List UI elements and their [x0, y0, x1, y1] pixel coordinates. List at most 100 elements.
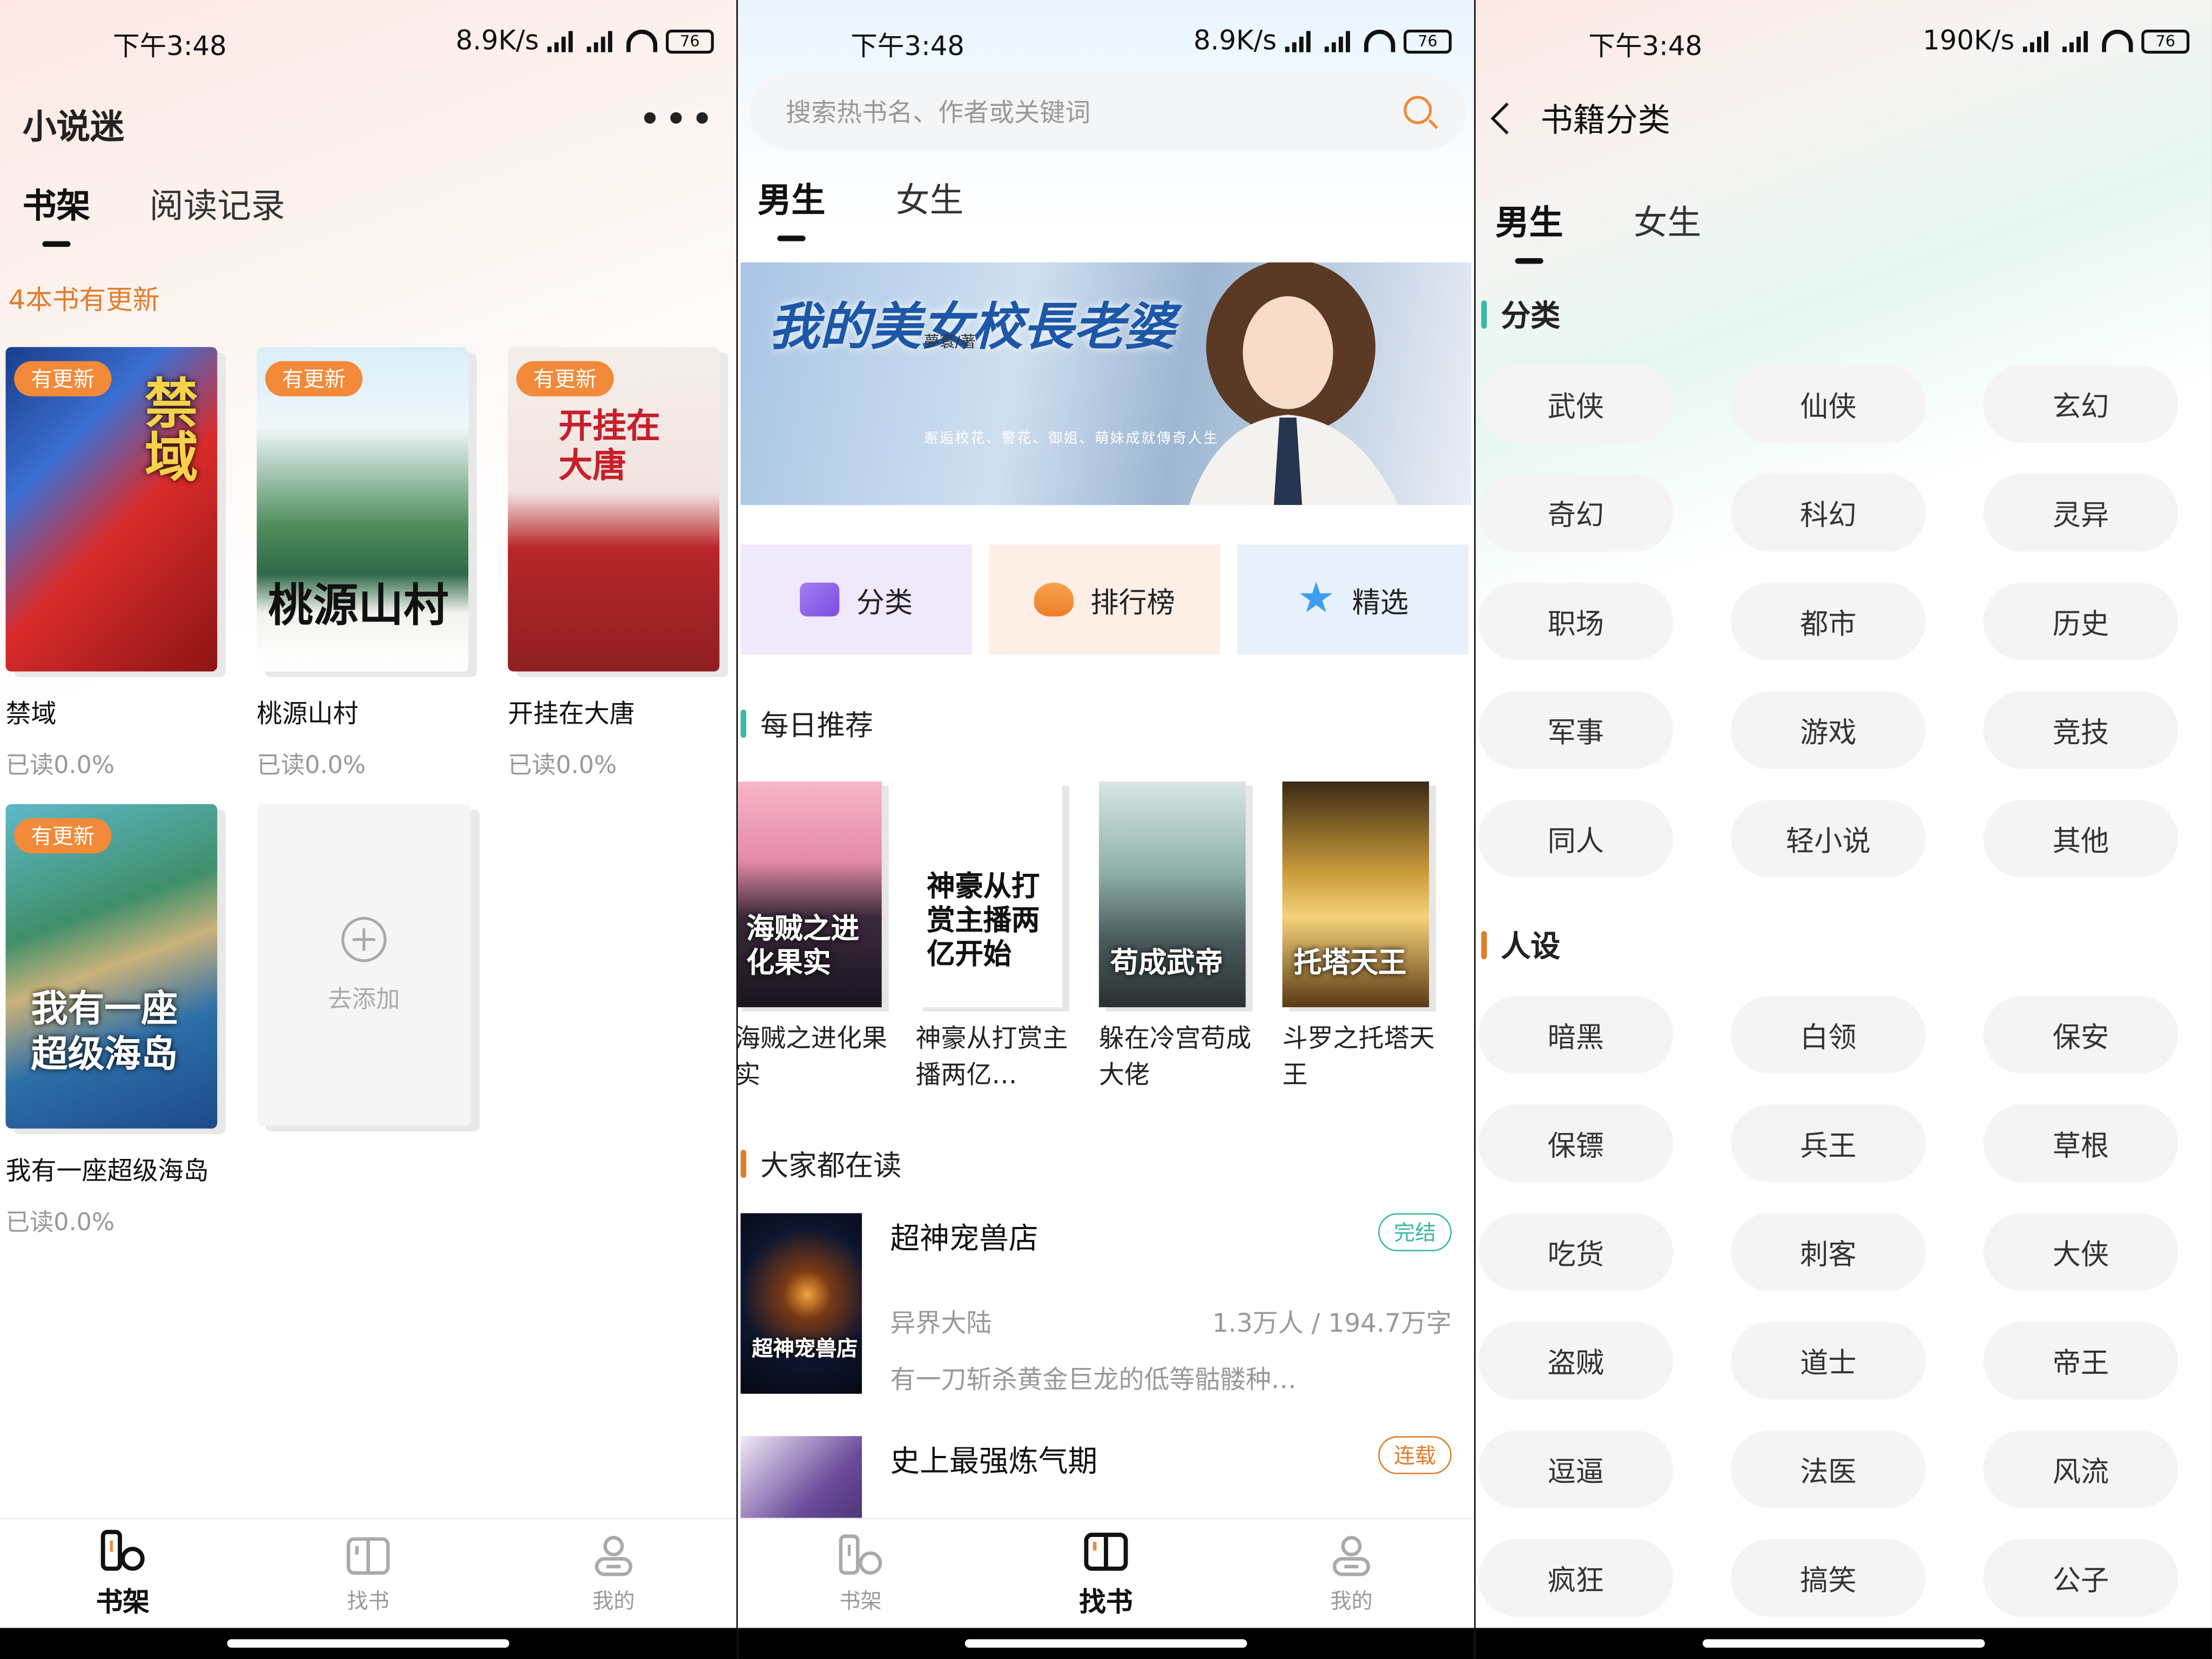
- home-indicator: [0, 1628, 737, 1659]
- category-button[interactable]: 分类: [740, 544, 972, 655]
- update-badge: 有更新: [265, 361, 363, 397]
- genre-chip[interactable]: 游戏: [1731, 691, 1926, 769]
- status-time: 下午3:48: [112, 31, 227, 62]
- book-cover: 神豪从打赏主播两亿开始: [915, 781, 1062, 1008]
- back-icon[interactable]: [1491, 102, 1523, 134]
- add-icon: [341, 916, 387, 962]
- tab-reading-history[interactable]: 阅读记录: [150, 178, 285, 227]
- bookshelf-icon: [837, 1532, 885, 1580]
- tab-find[interactable]: 找书: [246, 1519, 491, 1628]
- book-stats: 1.3万人 / 194.7万字: [1212, 1309, 1452, 1339]
- genre-chip[interactable]: 职场: [1478, 582, 1674, 660]
- tab-mine[interactable]: 我的: [491, 1519, 737, 1628]
- persona-chip[interactable]: 公子: [1983, 1539, 2179, 1617]
- status-badge: 连载: [1378, 1436, 1452, 1474]
- search-icon[interactable]: [1404, 96, 1432, 124]
- persona-chip[interactable]: 大侠: [1983, 1213, 2179, 1291]
- genre-chip[interactable]: 都市: [1731, 582, 1926, 660]
- cover-title: 我有一座超级海岛: [31, 989, 178, 1077]
- search-input[interactable]: 搜索热书名、作者或关键词: [749, 73, 1466, 150]
- book-cover[interactable]: 我有一座超级海岛 有更新: [5, 804, 218, 1129]
- status-time: 下午3:48: [1588, 31, 1703, 62]
- persona-chip[interactable]: 逗逼: [1478, 1430, 1674, 1508]
- genre-chip[interactable]: 灵异: [1983, 474, 2179, 552]
- tab-shelf[interactable]: 书架: [738, 1519, 983, 1628]
- shelf-book[interactable]: 桃源山村 有更新 桃源山村 已读0.0%: [257, 347, 471, 780]
- book-genre: 异界大陆: [890, 1309, 992, 1339]
- persona-chip[interactable]: 搞笑: [1731, 1539, 1926, 1617]
- recommended-book[interactable]: 神豪从打赏主播两亿开始 神豪从打赏主播两亿…: [915, 781, 1068, 1095]
- genre-chip[interactable]: 武侠: [1478, 365, 1674, 443]
- ranking-button[interactable]: 排行榜: [989, 544, 1220, 655]
- tab-male[interactable]: 男生: [758, 172, 825, 241]
- book-cover[interactable]: 开挂在大唐 有更新: [508, 347, 720, 672]
- cover-title: 苟成武帝: [1110, 945, 1223, 979]
- tab-female[interactable]: 女生: [896, 172, 963, 221]
- cover-title: 神豪从打赏主播两亿开始: [927, 869, 1040, 971]
- persona-chip[interactable]: 法医: [1731, 1430, 1926, 1508]
- persona-chip[interactable]: 风流: [1983, 1430, 2179, 1508]
- tab-shelf[interactable]: 书架: [0, 1519, 246, 1628]
- persona-chip[interactable]: 疯狂: [1478, 1539, 1674, 1617]
- tab-male[interactable]: 男生: [1495, 194, 1563, 264]
- recommended-book[interactable]: 海贼之进化果实 海贼之进化果实: [738, 781, 887, 1095]
- shelf-book[interactable]: 开挂在大唐 有更新 开挂在大唐 已读0.0%: [508, 347, 722, 780]
- genre-chip-grid: 武侠 仙侠 玄幻 奇幻 科幻 灵异 职场 都市 历史 军事 游戏 竞技 同人 轻…: [1478, 365, 2179, 878]
- persona-chip[interactable]: 兵王: [1731, 1104, 1926, 1183]
- status-bar: 下午3:48 8.9K/s 76: [738, 0, 1474, 85]
- popular-book[interactable]: 超神宠兽店 超神宠兽店 完结 异界大陆 1.3万人 / 194.7万字 有一刀斩…: [740, 1213, 1457, 1397]
- featured-button[interactable]: ★ 精选: [1237, 544, 1469, 655]
- genre-chip[interactable]: 奇幻: [1478, 474, 1674, 552]
- persona-chip[interactable]: 吃货: [1478, 1213, 1674, 1291]
- promo-banner[interactable]: 我的美女校長老婆 夢寰/著 邂逅校花、警花、御姐、萌妹成就傳奇人生: [740, 262, 1472, 505]
- more-icon[interactable]: •••: [638, 99, 717, 139]
- persona-chip[interactable]: 保安: [1983, 996, 2179, 1074]
- read-progress: 已读0.0%: [5, 752, 115, 780]
- wifi-icon: [1364, 29, 1395, 52]
- signal-icon: [2062, 30, 2093, 52]
- tab-find[interactable]: 找书: [983, 1519, 1229, 1628]
- add-book-button[interactable]: 去添加: [257, 804, 471, 1126]
- book-cover[interactable]: 桃源山村 有更新: [257, 347, 469, 672]
- signal-icon: [2022, 30, 2054, 52]
- banner-author: 夢寰/著: [923, 333, 976, 352]
- signal-icon: [1285, 30, 1316, 52]
- genre-section-header: 分类: [1481, 293, 1560, 335]
- genre-chip[interactable]: 科幻: [1731, 474, 1926, 552]
- signal-icon: [547, 30, 578, 52]
- genre-chip[interactable]: 轻小说: [1731, 800, 1926, 878]
- shelf-book[interactable]: 禁域 有更新 禁域 已读0.0%: [5, 347, 220, 780]
- persona-chip[interactable]: 草根: [1983, 1104, 2179, 1183]
- persona-chip[interactable]: 道士: [1731, 1321, 1926, 1400]
- recommended-book[interactable]: 苟成武帝 躲在冷宫苟成大佬: [1098, 781, 1251, 1095]
- shelf-book[interactable]: 我有一座超级海岛 有更新 我有一座超级海岛 已读0.0%: [5, 804, 220, 1237]
- tab-female[interactable]: 女生: [1634, 194, 1701, 244]
- persona-chip[interactable]: 保镖: [1478, 1104, 1674, 1183]
- persona-chip[interactable]: 白领: [1731, 996, 1926, 1074]
- genre-chip[interactable]: 竞技: [1983, 691, 2179, 769]
- genre-chip[interactable]: 军事: [1478, 691, 1674, 769]
- persona-chip[interactable]: 盗贼: [1478, 1321, 1674, 1400]
- shelf-tabs: 书架 阅读记录: [23, 178, 285, 247]
- tab-bookshelf[interactable]: 书架: [23, 178, 90, 247]
- find-books-screen: 下午3:48 8.9K/s 76 搜索热书名、作者或关键词 男生 女生 我的美女…: [738, 0, 1474, 1659]
- genre-chip[interactable]: 仙侠: [1731, 365, 1926, 443]
- genre-chip[interactable]: 其他: [1983, 800, 2179, 878]
- persona-chip[interactable]: 帝王: [1983, 1321, 2179, 1400]
- persona-chip[interactable]: 刺客: [1731, 1213, 1926, 1291]
- persona-chip[interactable]: 暗黑: [1478, 996, 1674, 1074]
- genre-chip[interactable]: 历史: [1983, 582, 2179, 660]
- book-cover[interactable]: 禁域 有更新: [5, 347, 218, 672]
- genre-chip[interactable]: 玄幻: [1983, 365, 2179, 443]
- trophy-icon: [1034, 582, 1074, 617]
- status-bar: 下午3:48 8.9K/s 76: [0, 0, 737, 85]
- battery-icon: 76: [2141, 29, 2190, 53]
- bookshelf-icon: [99, 1528, 147, 1576]
- tab-mine[interactable]: 我的: [1229, 1519, 1474, 1628]
- tab-label: 书架: [96, 1587, 150, 1618]
- signal-icon: [586, 30, 618, 52]
- book-title: 史上最强炼气期: [890, 1444, 1098, 1479]
- status-bar: 下午3:48 190K/s 76: [1475, 0, 2212, 85]
- genre-chip[interactable]: 同人: [1478, 800, 1674, 878]
- recommended-book[interactable]: 托塔天王 斗罗之托塔天王: [1282, 781, 1435, 1095]
